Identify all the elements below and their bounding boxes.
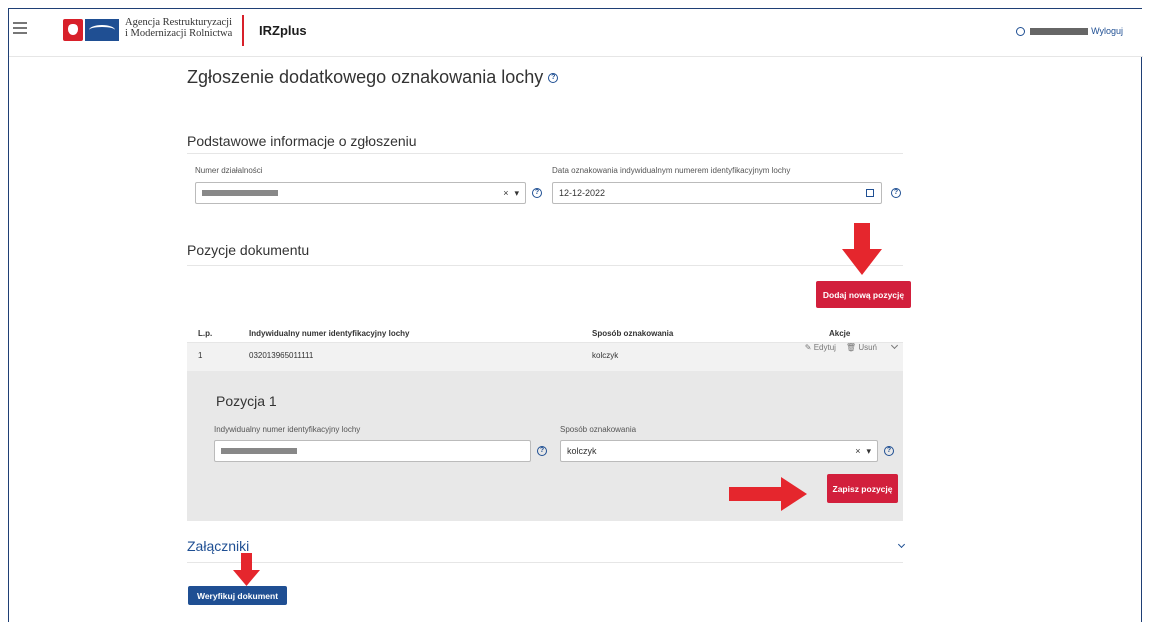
positions-title: Pozycje dokumentu — [187, 242, 310, 258]
red-arrow-down-icon — [842, 223, 882, 275]
app-frame: Agencja Restrukturyzacji i Modernizacji … — [8, 8, 1143, 622]
positions-table-header: L.p. Indywidualny numer identyfikacyjny … — [187, 329, 903, 343]
page-title: Zgłoszenie dodatkowego oznakowania lochy… — [187, 67, 559, 88]
method-value: kolczyk — [567, 446, 597, 456]
activity-number-select[interactable]: × ▾ — [195, 182, 526, 204]
masked-username — [1030, 27, 1089, 35]
logout-link[interactable]: Wyloguj — [1091, 26, 1123, 36]
table-row[interactable]: 1 032013965011111 kolczyk ✎ Edytuj 🗑 Usu… — [187, 341, 903, 371]
clear-icon[interactable]: × — [503, 188, 508, 199]
poland-emblem-icon — [63, 19, 83, 41]
delete-link[interactable]: 🗑 Usuń — [846, 343, 877, 352]
date-field[interactable]: 12-12-2022 — [552, 182, 882, 204]
attachments-section-title[interactable]: Załączniki — [187, 538, 249, 554]
chevron-down-icon[interactable]: ▾ — [514, 188, 519, 199]
select-controls: × ▾ — [855, 446, 871, 457]
add-position-button[interactable]: Dodaj nową pozycję — [816, 281, 911, 308]
calendar-icon[interactable] — [866, 189, 874, 197]
row-lp: 1 — [198, 351, 203, 360]
help-icon[interactable]: ? — [884, 446, 894, 456]
masked-activity-number — [202, 190, 278, 196]
help-icon[interactable]: ? — [548, 73, 559, 84]
chevron-down-icon[interactable] — [897, 540, 906, 549]
section-divider — [187, 265, 903, 266]
agency-logo — [63, 19, 119, 41]
main-content: Zgłoszenie dodatkowego oznakowania lochy… — [187, 9, 923, 622]
masked-id-number — [221, 448, 297, 454]
clear-icon[interactable]: × — [855, 446, 860, 457]
chevron-down-icon[interactable] — [890, 341, 899, 350]
section-divider — [187, 153, 903, 154]
edit-link[interactable]: ✎ Edytuj — [805, 343, 836, 352]
help-icon[interactable]: ? — [532, 188, 542, 198]
row-method: kolczyk — [592, 351, 619, 360]
date-label: Data oznakowania indywidualnym numerem i… — [552, 166, 791, 175]
column-lp: L.p. — [198, 329, 213, 338]
method-select[interactable]: kolczyk × ▾ — [560, 440, 878, 462]
user-icon — [1016, 26, 1026, 36]
date-value: 12-12-2022 — [559, 188, 606, 198]
position-detail-panel: Pozycja 1 Indywidualny numer identyfikac… — [187, 371, 903, 521]
column-actions: Akcje — [829, 329, 851, 338]
delete-label: Usuń — [858, 343, 877, 352]
hamburger-menu-icon[interactable] — [13, 22, 27, 34]
basic-info-title: Podstawowe informacje o zgłoszeniu — [187, 133, 417, 149]
save-position-button[interactable]: Zapisz pozycję — [827, 474, 898, 503]
column-method: Sposób oznakowania — [592, 329, 674, 338]
id-number-label: Indywidualny numer identyfikacyjny lochy — [214, 425, 361, 434]
activity-number-label: Numer działalności — [195, 166, 263, 175]
user-area: Wyloguj — [1016, 26, 1123, 36]
help-icon[interactable]: ? — [537, 446, 547, 456]
arimr-logo-icon — [85, 19, 119, 41]
red-arrow-right-icon — [729, 477, 807, 511]
column-id-number: Indywidualny numer identyfikacyjny lochy — [249, 329, 410, 338]
position-title: Pozycja 1 — [216, 393, 277, 409]
id-number-field[interactable] — [214, 440, 531, 462]
select-controls: × ▾ — [503, 188, 519, 199]
method-label: Sposób oznakowania — [560, 425, 637, 434]
help-icon[interactable]: ? — [891, 188, 901, 198]
page-title-text: Zgłoszenie dodatkowego oznakowania lochy — [187, 67, 544, 87]
chevron-down-icon[interactable]: ▾ — [866, 446, 871, 457]
verify-document-button[interactable]: Weryfikuj dokument — [188, 586, 287, 605]
section-divider — [187, 562, 903, 563]
red-arrow-down-icon — [233, 553, 260, 586]
edit-label: Edytuj — [813, 343, 836, 352]
row-actions: ✎ Edytuj 🗑 Usuń — [805, 343, 877, 352]
row-id-number: 032013965011111 — [249, 351, 314, 360]
